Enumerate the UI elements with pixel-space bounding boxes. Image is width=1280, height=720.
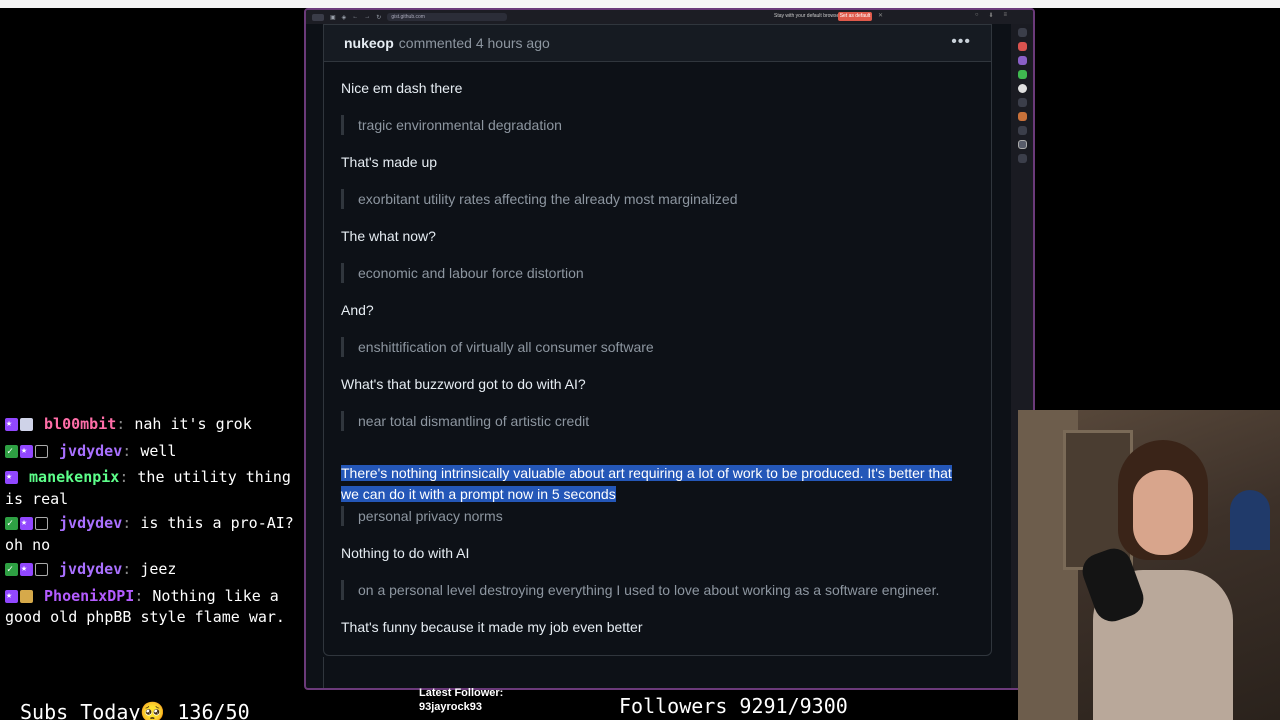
chat-message: jvdydev: jeez: [5, 560, 295, 582]
latest-follower: Latest Follower: 93jayrock93: [419, 686, 503, 714]
streamer-face: [1133, 470, 1193, 555]
sub-badge-icon: [5, 589, 18, 603]
selected-text-span: There's nothing intrinsically valuable a…: [341, 465, 952, 502]
badges: [5, 444, 50, 464]
blockquote: near total dismantling of artistic credi…: [341, 411, 589, 431]
sub-badge-icon: [20, 562, 33, 576]
chat-text: jeez: [140, 560, 177, 578]
blockquote: tragic environmental degradation: [341, 115, 562, 135]
sidebar-app-icon[interactable]: [1017, 42, 1027, 51]
browser-toolbar: ▣ ◈ ← → ↻ gist.github.com: [306, 10, 1033, 24]
chat-text: nah it's grok: [134, 415, 252, 433]
url-input[interactable]: gist.github.com: [387, 13, 508, 21]
blockquote: economic and labour force distortion: [341, 263, 584, 283]
sidebar-app-icon[interactable]: [1017, 98, 1027, 107]
sub-badge-icon: [5, 417, 18, 431]
badges: [5, 417, 35, 437]
kebab-horizontal-icon[interactable]: •••: [951, 33, 971, 51]
close-icon[interactable]: ✕: [878, 12, 883, 19]
github-icon[interactable]: [1017, 140, 1027, 149]
blockquote: exorbitant utility rates affecting the a…: [341, 189, 738, 209]
forward-icon[interactable]: →: [364, 14, 370, 20]
chat-username[interactable]: PhoenixDPI: [44, 587, 134, 605]
badges: [5, 589, 35, 609]
blockquote: personal privacy norms: [341, 506, 503, 526]
back-icon[interactable]: ←: [352, 14, 358, 20]
comment-text: And?: [341, 302, 374, 318]
comment-text: The what now?: [341, 228, 436, 244]
chat-username[interactable]: jvdydev: [59, 442, 122, 460]
badges: [5, 516, 50, 536]
latest-follower-name: 93jayrock93: [419, 701, 482, 713]
latest-follower-label: Latest Follower:: [419, 687, 504, 699]
chat-message: bl00mbit: nah it's grok: [5, 415, 295, 437]
download-icon[interactable]: ⬇: [988, 12, 993, 19]
chat-username[interactable]: bl00mbit: [44, 415, 116, 433]
blockquote: enshittification of virtually all consum…: [341, 337, 654, 357]
follower-goal: Followers 9291/9300: [619, 694, 848, 718]
chat-text: well: [140, 441, 177, 460]
chat-username[interactable]: manekenpix: [29, 468, 119, 486]
chat-message: jvdydev: is this a pro-AI? oh no: [5, 514, 295, 555]
sub-badge-icon: [20, 516, 33, 530]
box-badge-icon: [35, 517, 48, 530]
comment-box: nukeop commented 4 hours ago ••• Nice em…: [323, 24, 992, 656]
chat-message: jvdydev: well: [5, 442, 295, 464]
badges: [5, 470, 20, 490]
pleading-face-icon: 🥺: [140, 700, 166, 720]
sidebar-app-icon[interactable]: [1017, 28, 1027, 37]
badges: [5, 562, 50, 582]
subs-label: Subs Today: [20, 700, 141, 720]
extensions-icon[interactable]: ○: [975, 12, 979, 19]
comment-meta[interactable]: commented 4 hours ago: [399, 35, 550, 51]
browser-window: ▣ ◈ ← → ↻ gist.github.com Stay with your…: [304, 8, 1035, 690]
set-default-button[interactable]: Set as default: [838, 12, 872, 21]
shield-icon[interactable]: ◈: [342, 14, 347, 21]
sidebar-toggle-button[interactable]: [312, 13, 324, 21]
comment-text: What's that buzzword got to do with AI?: [341, 376, 586, 392]
comment-author[interactable]: nukeop: [344, 35, 394, 51]
top-strip: [0, 0, 1280, 8]
streamer: [1077, 440, 1238, 720]
comment-text: That's funny because it made my job even…: [341, 619, 643, 635]
sidebar-app-icon[interactable]: [1017, 56, 1027, 65]
subs-count: 136/50: [177, 700, 250, 720]
default-browser-note: Stay with your default browser: [774, 13, 841, 19]
tab-icon[interactable]: ▣: [330, 14, 336, 21]
chat-username[interactable]: jvdydev: [59, 560, 122, 578]
tv-badge-icon: [20, 418, 33, 431]
sidebar-app-icon[interactable]: [1017, 84, 1027, 93]
sidebar-app-icon[interactable]: [1017, 154, 1027, 163]
chat-username[interactable]: jvdydev: [59, 514, 122, 532]
sub-badge-icon: [20, 444, 33, 458]
blockquote: on a personal level destroying everythin…: [341, 580, 939, 600]
chat-message: PhoenixDPI: Nothing like a good old phpB…: [5, 587, 295, 628]
toolbar-right: ○ ⬇ ≡: [975, 12, 1007, 19]
sidebar-app-icon[interactable]: [1017, 70, 1027, 79]
stream-chat: bl00mbit: nah it's grok jvdydev: well ma…: [5, 415, 295, 633]
sidebar-app-icon[interactable]: [1017, 112, 1027, 121]
webcam-feed: [1018, 410, 1280, 720]
verified-badge-icon: [5, 444, 18, 458]
comment-text: That's made up: [341, 154, 438, 170]
sidebar-app-icon[interactable]: [1017, 126, 1027, 135]
verified-badge-icon: [5, 563, 18, 576]
comment-text: Nothing to do with AI: [341, 545, 470, 561]
reload-icon[interactable]: ↻: [376, 14, 381, 21]
menu-icon[interactable]: ≡: [1003, 12, 1007, 19]
selected-text: There's nothing intrinsically valuable a…: [341, 463, 961, 505]
comment-text: Nice em dash there: [341, 80, 463, 96]
verified-badge-icon: [5, 517, 18, 530]
box-badge-icon: [35, 563, 48, 576]
box-badge-icon: [35, 444, 48, 458]
comment-header: nukeop commented 4 hours ago: [324, 25, 991, 62]
gift-badge-icon: [20, 589, 33, 603]
chat-message: manekenpix: the utility thing is real: [5, 468, 295, 509]
sub-badge-icon: [5, 470, 18, 484]
subs-today: Subs Today🥺 136/50: [20, 700, 250, 720]
